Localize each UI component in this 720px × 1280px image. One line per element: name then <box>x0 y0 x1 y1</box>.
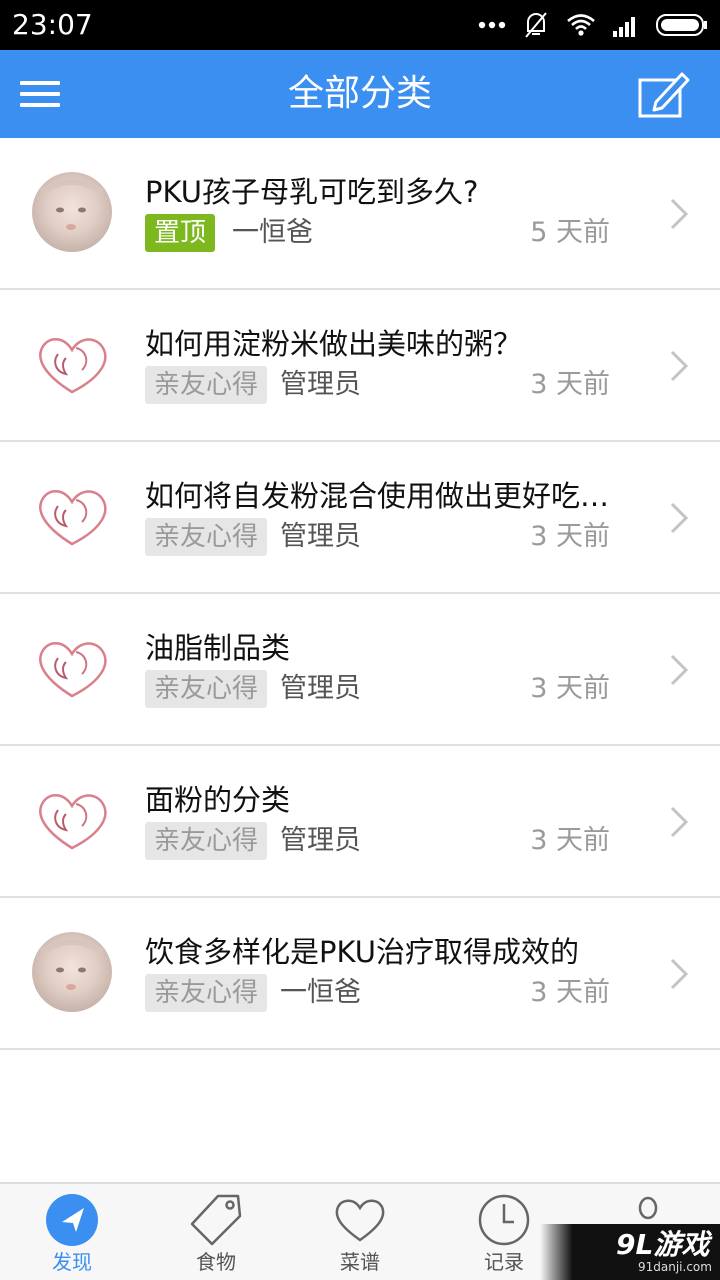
chevron-right-icon <box>670 502 689 534</box>
app-bar: 全部分类 <box>0 50 720 138</box>
page-title: 全部分类 <box>287 73 432 114</box>
category-tag: 亲友心得 <box>145 518 268 556</box>
list-item[interactable]: 如何用淀粉米做出美味的粥？ 亲友心得 管理员 3 天前 <box>0 290 720 442</box>
list-item[interactable]: PKU孩子母乳可吃到多久? 置顶 一恒爸 5 天前 <box>0 138 720 290</box>
tab-recipes[interactable]: 菜谱 <box>288 1184 432 1280</box>
wifi-icon <box>566 13 596 37</box>
avatar <box>32 628 112 708</box>
vibrate-off-icon <box>522 11 550 39</box>
chevron-right-icon <box>670 654 689 686</box>
signal-icon <box>612 13 640 37</box>
post-title: PKU孩子母乳可吃到多久? <box>145 175 479 209</box>
post-time: 3 天前 <box>530 369 610 400</box>
more-dots-icon <box>478 21 506 29</box>
post-time: 3 天前 <box>530 825 610 856</box>
chevron-right-icon <box>670 350 689 382</box>
post-author: 一恒爸 <box>232 217 313 248</box>
list-item[interactable]: 如何将自发粉混合使用做出更好吃的面食 亲友心得 管理员 3 天前 <box>0 442 720 594</box>
chevron-right-icon <box>670 958 689 990</box>
avatar <box>32 780 112 860</box>
list-item[interactable]: 油脂制品类 亲友心得 管理员 3 天前 <box>0 594 720 746</box>
post-author: 管理员 <box>280 673 361 704</box>
compass-icon <box>46 1194 98 1246</box>
menu-button[interactable] <box>20 77 62 111</box>
tab-food[interactable]: 食物 <box>144 1184 288 1280</box>
post-list: PKU孩子母乳可吃到多久? 置顶 一恒爸 5 天前 如何用淀粉米做出美味的粥？ … <box>0 138 720 1050</box>
tab-label: 发现 <box>52 1250 92 1274</box>
post-author: 管理员 <box>280 825 361 856</box>
compose-button[interactable] <box>636 68 692 120</box>
watermark-url: 91danji.com <box>638 1260 712 1274</box>
post-time: 5 天前 <box>530 217 610 248</box>
post-author: 一恒爸 <box>280 977 361 1008</box>
list-item[interactable]: 饮食多样化是PKU治疗取得成效的 亲友心得 一恒爸 3 天前 <box>0 898 720 1050</box>
pinned-badge: 置顶 <box>145 214 216 252</box>
watermark-logo: 9L游戏 <box>616 1228 710 1261</box>
post-title: 饮食多样化是PKU治疗取得成效的 <box>145 935 579 969</box>
post-title: 油脂制品类 <box>145 631 291 665</box>
post-title: 如何将自发粉混合使用做出更好吃的面食 <box>145 479 615 513</box>
list-item[interactable]: 面粉的分类 亲友心得 管理员 3 天前 <box>0 746 720 898</box>
category-tag: 亲友心得 <box>145 822 268 860</box>
post-author: 管理员 <box>280 369 361 400</box>
post-author: 管理员 <box>280 521 361 552</box>
avatar <box>32 172 112 252</box>
chevron-right-icon <box>670 198 689 230</box>
chevron-right-icon <box>670 806 689 838</box>
status-bar: 23:07 <box>0 0 720 50</box>
category-tag: 亲友心得 <box>145 670 268 708</box>
post-time: 3 天前 <box>530 673 610 704</box>
category-tag: 亲友心得 <box>145 366 268 404</box>
price-tag-icon <box>190 1194 242 1246</box>
avatar <box>32 932 112 1012</box>
tab-label: 菜谱 <box>340 1250 380 1274</box>
status-time: 23:07 <box>12 8 93 41</box>
battery-icon <box>656 13 708 37</box>
category-tag: 亲友心得 <box>145 974 268 1012</box>
post-title: 面粉的分类 <box>145 783 291 817</box>
watermark: 9L游戏 91danji.com <box>540 1224 720 1280</box>
post-title: 如何用淀粉米做出美味的粥？ <box>145 327 523 361</box>
status-icons <box>478 10 708 40</box>
post-time: 3 天前 <box>530 977 610 1008</box>
heart-icon <box>335 1199 385 1242</box>
tab-discover[interactable]: 发现 <box>0 1184 144 1280</box>
tab-label: 食物 <box>196 1250 236 1274</box>
post-time: 3 天前 <box>530 521 610 552</box>
compose-icon <box>638 72 690 118</box>
clock-icon <box>478 1194 530 1246</box>
avatar <box>32 476 112 556</box>
avatar <box>32 324 112 404</box>
